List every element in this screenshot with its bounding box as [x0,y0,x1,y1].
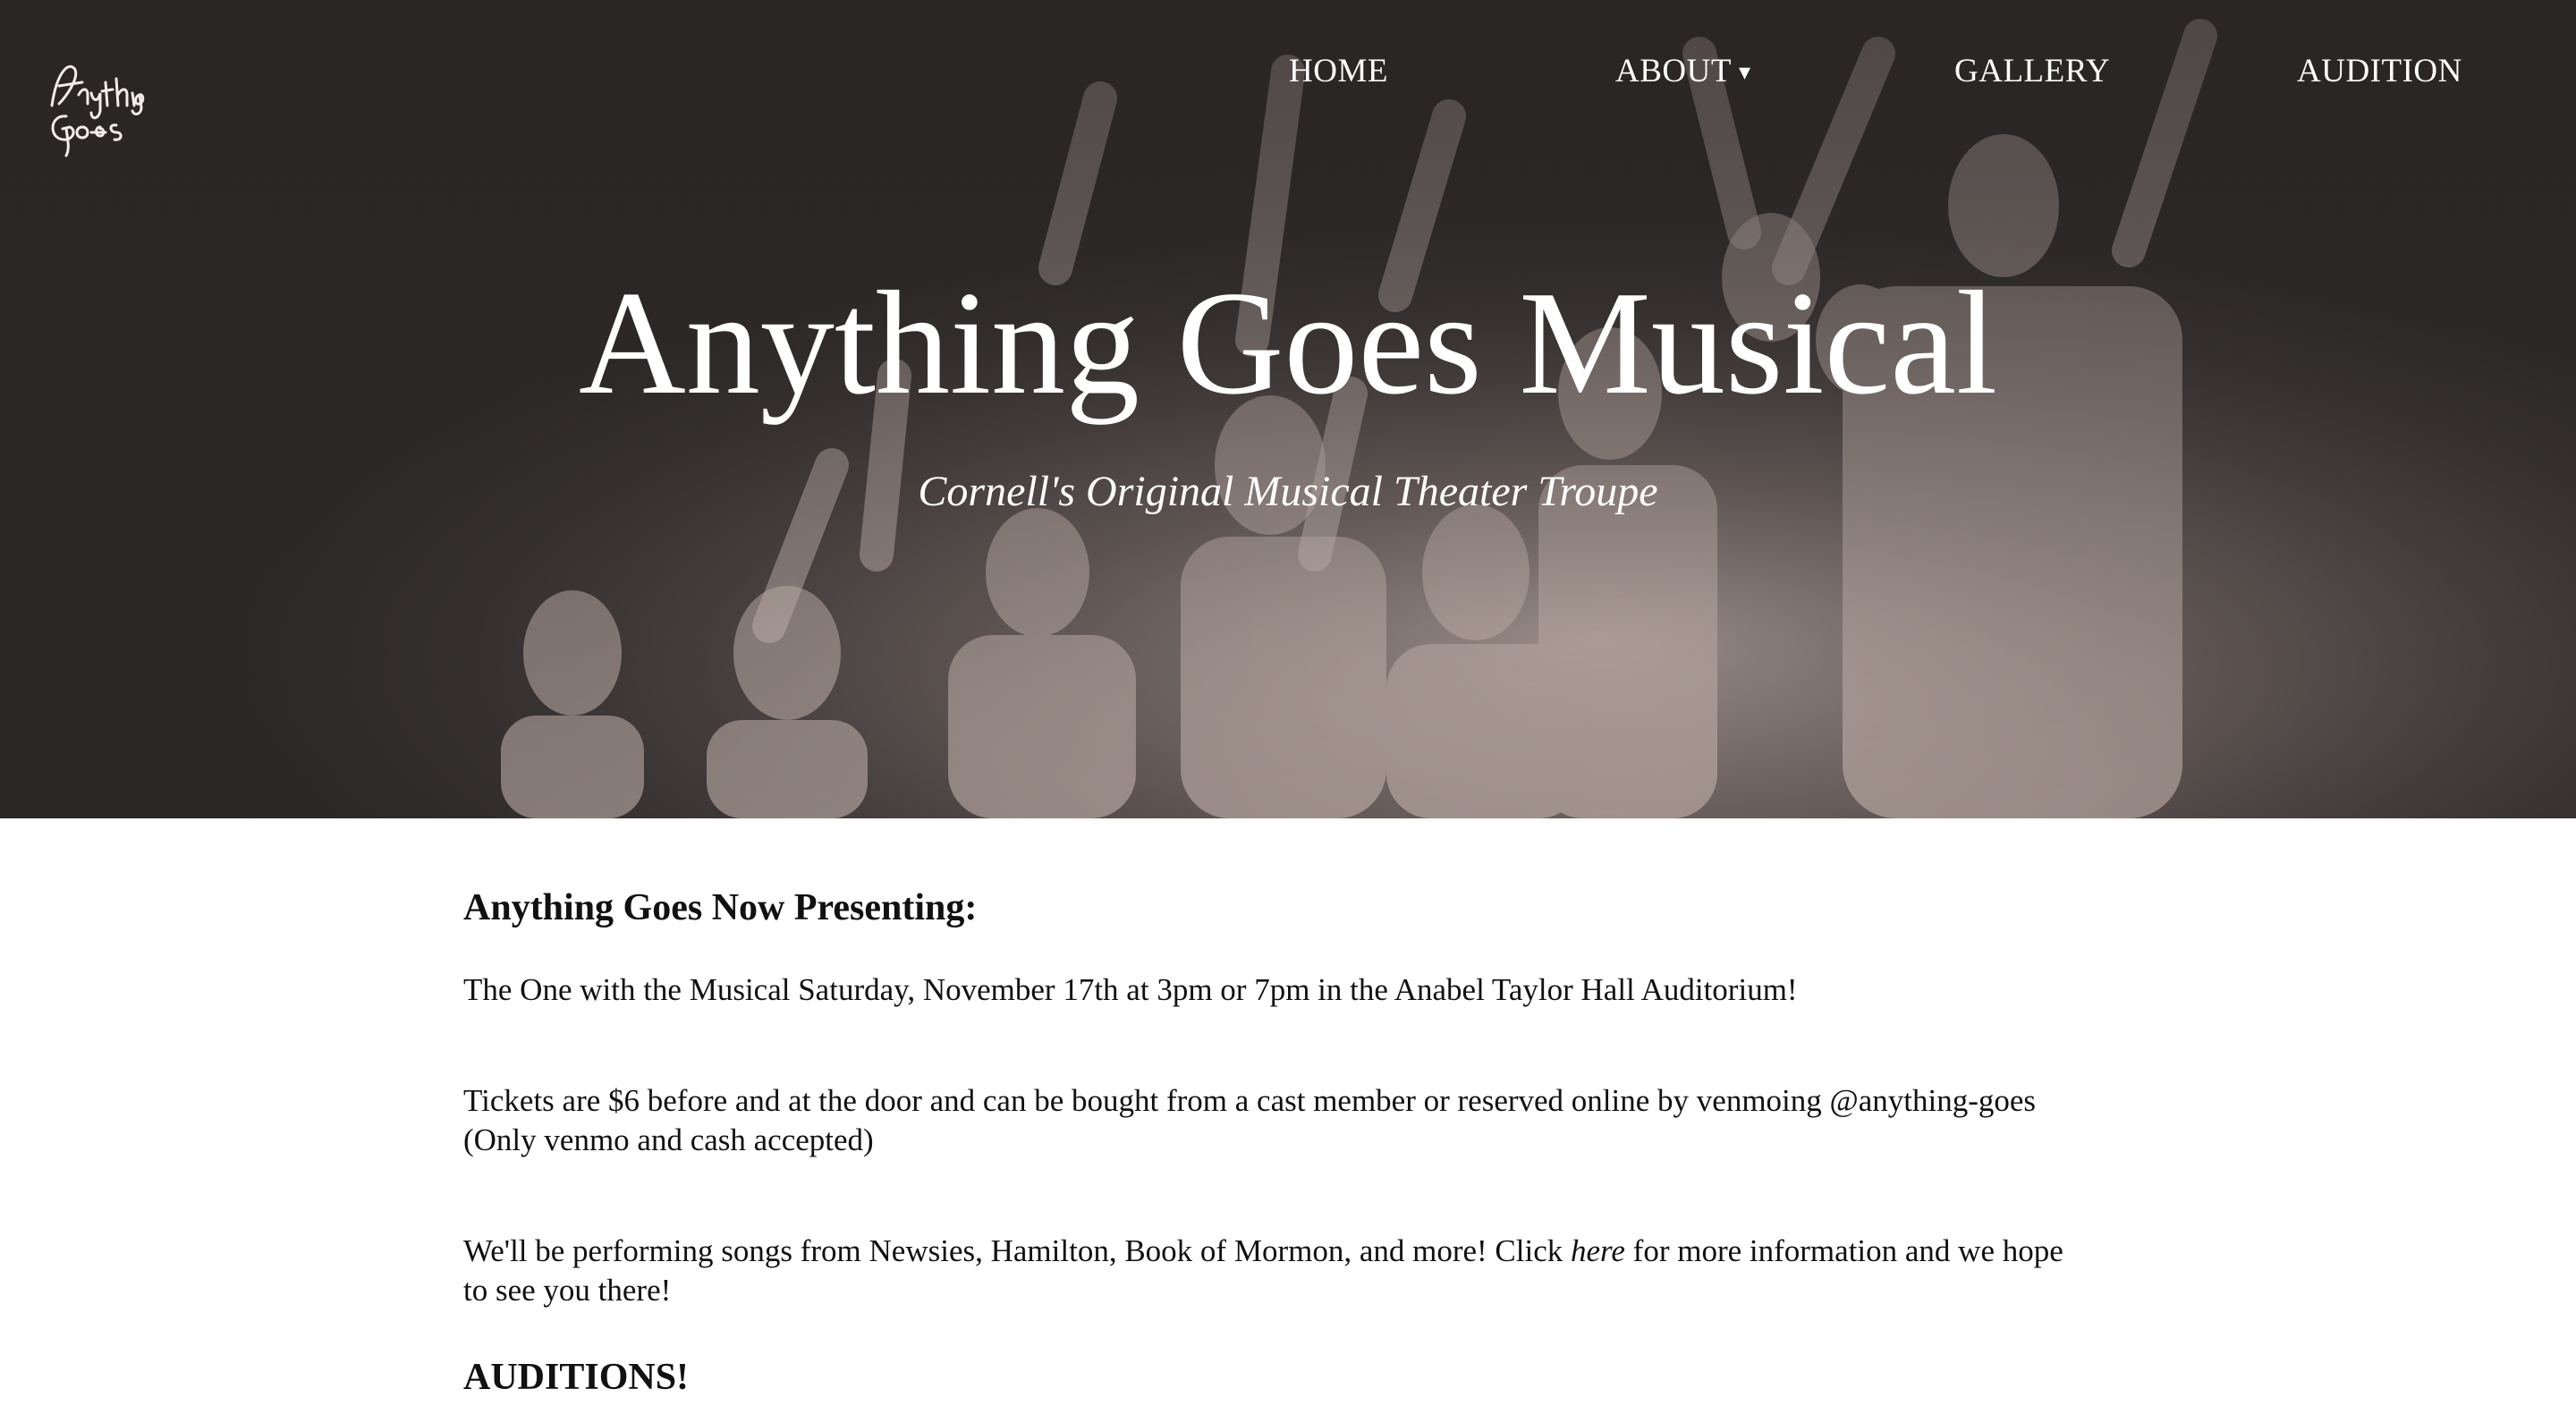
songs-text-before: We'll be performing songs from Newsies, … [463,1233,1572,1269]
nav-about-label: ABOUT [1615,53,1732,89]
tickets-line-2: (Only venmo and cash accepted) [463,1122,874,1158]
songs-text-after: for more information and we hope [1624,1233,2063,1269]
main-content: Anything Goes Now Presenting: The One wi… [463,885,2127,1401]
tickets-paragraph: Tickets are $6 before and at the door an… [463,1081,2127,1160]
now-presenting-heading: Anything Goes Now Presenting: [463,887,978,928]
nav-gallery[interactable]: GALLERY [1954,52,2110,90]
songs-paragraph: We'll be performing songs from Newsies, … [463,1232,2127,1310]
tickets-line-1: Tickets are $6 before and at the door an… [463,1083,2037,1119]
more-info-link[interactable]: here [1571,1233,1625,1268]
chevron-down-icon: ▾ [1738,59,1751,85]
nav-home[interactable]: HOME [1289,52,1388,90]
songs-text-line-2: to see you there! [463,1273,672,1309]
hero-title: Anything Goes Musical [578,260,1998,425]
nav-audition[interactable]: AUDITION [2297,52,2462,90]
main-nav: HOME ABOUT ▾ GALLERY AUDITION [0,52,2576,97]
hero-subtitle: Cornell's Original Musical Theater Troup… [918,468,1658,515]
hero-banner: HOME ABOUT ▾ GALLERY AUDITION Anything Go… [0,0,2576,818]
auditions-heading: AUDITIONS! [463,1357,690,1399]
show-details-paragraph: The One with the Musical Saturday, Novem… [463,972,1798,1008]
nav-about[interactable]: ABOUT ▾ [1615,52,1751,90]
